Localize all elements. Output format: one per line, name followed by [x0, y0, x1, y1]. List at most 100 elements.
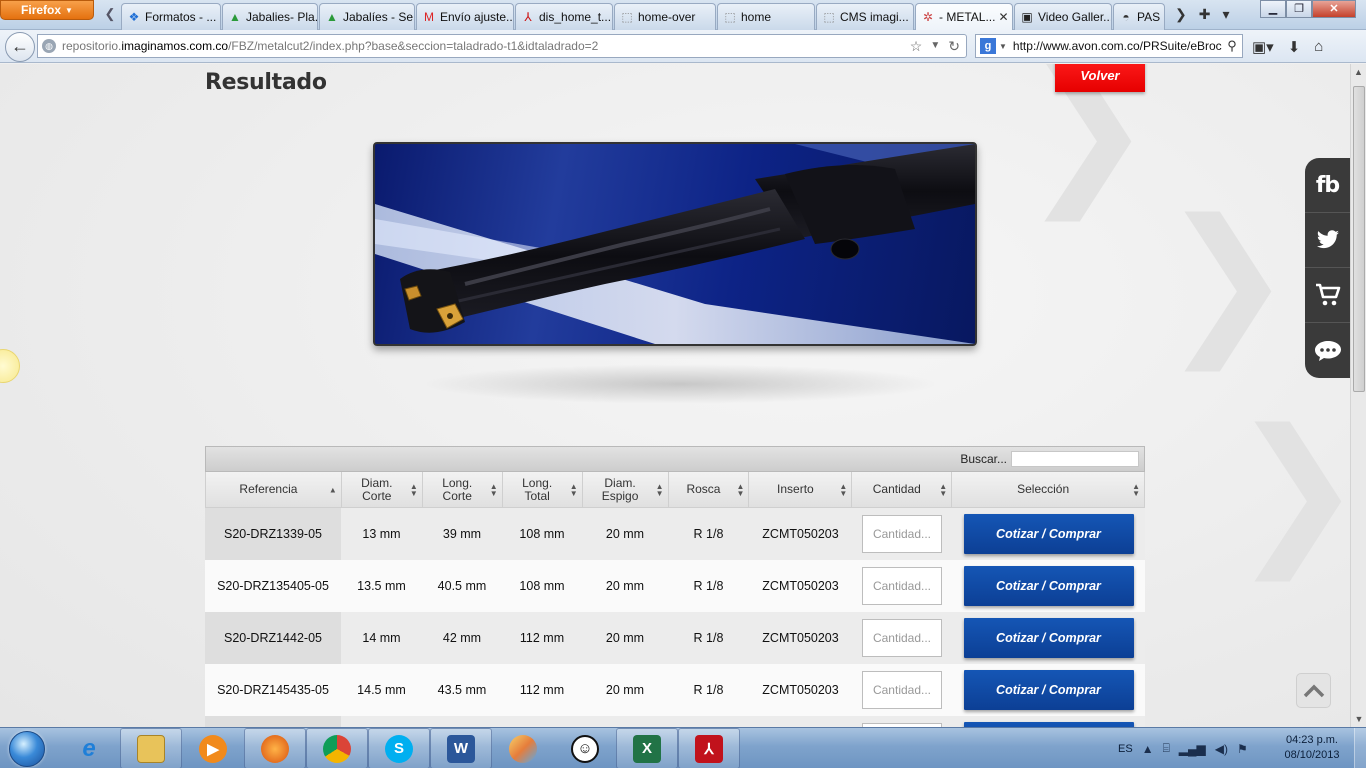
quote-buy-button[interactable]: Cotizar / Comprar: [963, 618, 1134, 658]
firefox-menu-button[interactable]: Firefox ▼: [0, 0, 94, 20]
network-signal-icon[interactable]: ▂▄▆: [1179, 742, 1206, 756]
url-bar[interactable]: ◍ repositorio. imaginamos.com.co/FBZ/meta…: [37, 34, 967, 58]
language-indicator[interactable]: ES: [1118, 743, 1133, 755]
column-header-rosca[interactable]: Rosca ▲ ▼: [669, 472, 750, 507]
google-icon[interactable]: g: [980, 38, 996, 54]
image-shadow: [420, 364, 940, 404]
start-button[interactable]: [4, 728, 50, 768]
quote-buy-button[interactable]: Cotizar / Comprar: [963, 670, 1134, 710]
volume-icon[interactable]: ◀): [1215, 742, 1228, 756]
column-header-long-corte[interactable]: Long. Corte ▲ ▼: [423, 472, 503, 507]
quote-buy-button[interactable]: Cotizar / Comprar: [963, 566, 1134, 606]
clock[interactable]: 04:23 p.m. 08/10/2013: [1280, 733, 1344, 763]
tab-scroll-left-icon[interactable]: ❮: [102, 6, 118, 24]
column-header-inserto[interactable]: Inserto ▲ ▼: [749, 472, 853, 507]
chat-button[interactable]: [1305, 323, 1350, 378]
tab-metal[interactable]: ✲ - METAL... ✕: [915, 3, 1013, 30]
search-input[interactable]: http://www.avon.com.co/PRSuite/eBroc: [1013, 39, 1222, 53]
column-header-seleccion[interactable]: Selección ▲ ▼: [952, 472, 1145, 507]
table-row: S20-DRZ1442-05 14 mm 42 mm 112 mm 20 mm …: [205, 612, 1145, 664]
tab-formatos[interactable]: ❖ Formatos - ...: [121, 3, 221, 30]
table-search-input[interactable]: [1011, 451, 1139, 467]
column-header-referencia[interactable]: Referencia ▲: [206, 472, 342, 507]
reload-icon[interactable]: ↻: [948, 38, 960, 55]
taskbar-media-player[interactable]: ▶: [182, 728, 244, 768]
minimize-icon[interactable]: ▁: [1260, 0, 1286, 18]
tab-dis-home[interactable]: ⅄ dis_home_t...: [515, 3, 613, 30]
taskbar-excel[interactable]: X: [616, 728, 678, 768]
new-tab-icon[interactable]: ✚: [1199, 6, 1211, 23]
history-dropdown-icon[interactable]: ▼: [930, 38, 940, 55]
taskbar-firefox[interactable]: [244, 728, 306, 768]
back-link-button[interactable]: Volver: [1055, 64, 1145, 92]
taskbar-explorer[interactable]: [120, 728, 182, 768]
column-header-long-total[interactable]: Long. Total ▲ ▼: [503, 472, 583, 507]
tab-jabalies-se[interactable]: ▲ Jabalíes - Se...: [319, 3, 415, 30]
usb-icon[interactable]: ⌸: [1163, 741, 1170, 756]
sort-icon: ▲ ▼: [569, 481, 578, 498]
tab-label: CMS imagi...: [840, 10, 909, 24]
scroll-to-top-button[interactable]: [1296, 673, 1331, 708]
quantity-input[interactable]: Cantidad...: [862, 515, 942, 553]
tab-scroll-right-icon[interactable]: ❯: [1175, 6, 1187, 23]
scroll-up-icon[interactable]: ▲: [1351, 64, 1366, 80]
bookmark-star-icon[interactable]: ☆: [910, 38, 923, 55]
taskbar-ie[interactable]: e: [58, 728, 120, 768]
tab-jabalies-planning[interactable]: ▲ Jabalies- Pla...: [222, 3, 318, 30]
cell-diam-espigo: 20 mm: [605, 527, 645, 541]
home-icon[interactable]: ⌂: [1314, 38, 1323, 56]
quote-buy-button[interactable]: Cotizar / Comprar: [963, 514, 1134, 554]
show-hidden-icons-icon[interactable]: ▲: [1142, 742, 1154, 756]
tab-cms[interactable]: ⬚ CMS imagi...: [816, 3, 914, 30]
search-bar[interactable]: g ▼ http://www.avon.com.co/PRSuite/eBroc…: [975, 34, 1243, 58]
column-header-diam-corte[interactable]: Diam. Corte ▲ ▼: [342, 472, 423, 507]
downloads-icon[interactable]: ⬇: [1288, 38, 1301, 56]
close-icon[interactable]: ✕: [995, 10, 1008, 24]
cell-inserto: ZCMT050203: [762, 527, 839, 541]
quantity-input[interactable]: Cantidad...: [862, 619, 942, 657]
search-icon[interactable]: ⚲: [1222, 38, 1242, 54]
tab-home[interactable]: ⬚ home: [717, 3, 815, 30]
tab-strip: ❖ Formatos - ... ▲ Jabalies- Pla... ▲ Ja…: [121, 3, 1166, 30]
vertical-scrollbar[interactable]: ▲ ▼: [1350, 64, 1366, 727]
twitter-button[interactable]: [1305, 213, 1350, 268]
taskbar-word[interactable]: W: [430, 728, 492, 768]
tab-pas[interactable]: ◓ PAS: [1113, 3, 1165, 30]
cell-rosca: R 1/8: [693, 527, 724, 541]
search-label: Buscar...: [960, 452, 1007, 466]
cell-long-corte: 40.5 mm: [437, 579, 487, 593]
sort-icon: ▲ ▼: [409, 481, 418, 498]
bookmarks-menu-icon[interactable]: ▣▾: [1252, 38, 1274, 56]
quantity-input[interactable]: Cantidad...: [862, 567, 942, 605]
sort-icon: ▲ ▼: [655, 481, 664, 498]
action-center-flag-icon[interactable]: ⚑: [1237, 742, 1248, 756]
cart-button[interactable]: [1305, 268, 1350, 323]
firefox-menu-label: Firefox: [21, 3, 62, 17]
taskbar-chrome[interactable]: [306, 728, 368, 768]
cell-seleccion: Cotizar / Comprar: [952, 508, 1145, 560]
search-engine-dropdown-icon[interactable]: ▼: [999, 42, 1007, 51]
cell-diam-espigo: 20 mm: [605, 631, 645, 645]
maximize-icon[interactable]: ❐: [1286, 0, 1312, 18]
scrollbar-thumb[interactable]: [1353, 86, 1365, 392]
tab-home-over[interactable]: ⬚ home-over: [614, 3, 716, 30]
tab-envio-ajuste[interactable]: M Envío ajuste...: [416, 3, 514, 30]
scroll-down-icon[interactable]: ▼: [1351, 711, 1366, 727]
taskbar-skype[interactable]: S: [368, 728, 430, 768]
taskbar-acrobat[interactable]: ⅄: [678, 728, 740, 768]
cell-long-corte: 43.5 mm: [437, 683, 487, 697]
column-header-diam-espigo[interactable]: Diam. Espigo ▲ ▼: [583, 472, 669, 507]
facebook-button[interactable]: fb: [1305, 158, 1350, 213]
taskbar-paint[interactable]: [492, 728, 554, 768]
column-header-cantidad[interactable]: Cantidad ▲ ▼: [852, 472, 953, 507]
taskbar-smiley[interactable]: ☺: [554, 728, 616, 768]
product-image: [373, 142, 977, 346]
pdf-icon: ⅄: [524, 10, 532, 24]
show-desktop-button[interactable]: [1354, 728, 1366, 768]
back-button[interactable]: ←: [5, 32, 35, 62]
table-toolbar: Buscar...: [205, 446, 1145, 472]
window-close-icon[interactable]: ✕: [1312, 0, 1356, 18]
tab-video-gallery[interactable]: ▣ Video Galler...: [1014, 3, 1112, 30]
tab-list-icon[interactable]: ▾: [1222, 6, 1229, 23]
quantity-input[interactable]: Cantidad...: [862, 671, 942, 709]
